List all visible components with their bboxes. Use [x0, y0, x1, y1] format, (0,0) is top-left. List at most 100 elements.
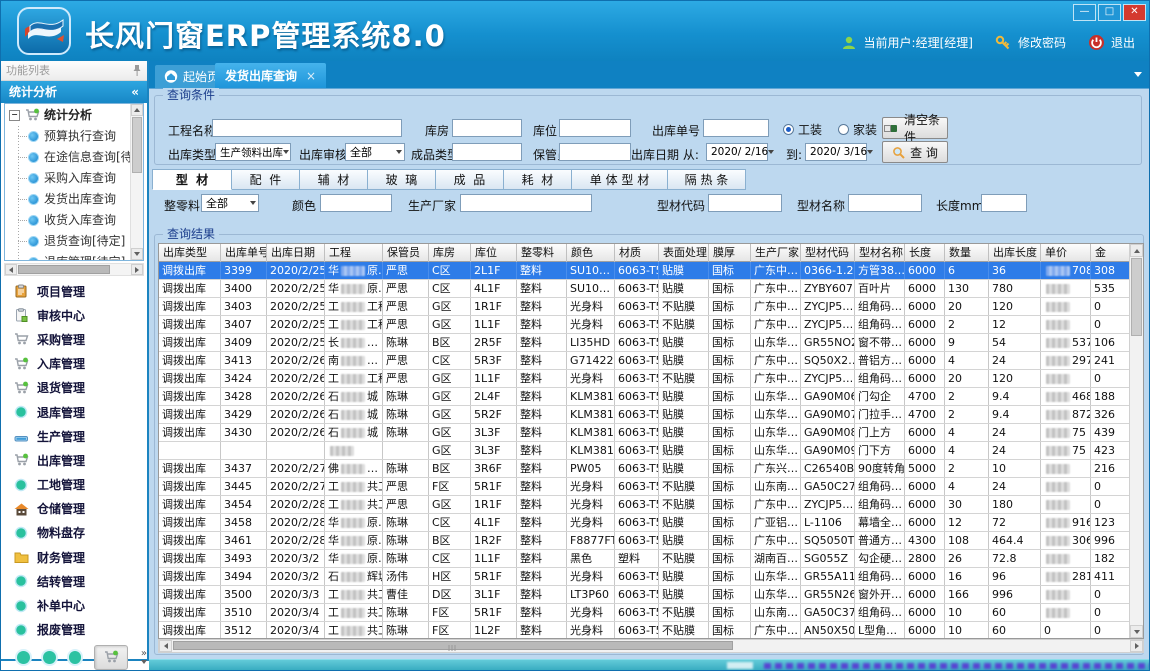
scrollbar-thumb[interactable]	[132, 117, 142, 173]
scrollbar-thumb[interactable]	[1131, 258, 1142, 336]
sidebar-menu-item[interactable]: 生产管理	[3, 424, 145, 448]
table-row[interactable]: 调拨出库34932020/3/2华原…陈琳C区1L1F整料黑色塑料不贴膜国标湖南…	[159, 550, 1131, 568]
tree-item[interactable]: 退货查询[待定]	[5, 231, 143, 252]
scrollbar-thumb[interactable]	[18, 265, 110, 274]
material-tab[interactable]: 辅 材	[300, 169, 368, 190]
profile-code-input[interactable]	[708, 194, 782, 212]
material-tab[interactable]: 耗 材	[504, 169, 572, 190]
column-header[interactable]: 出库类型	[159, 244, 221, 262]
sidebar-menu-item[interactable]: 出库管理	[3, 448, 145, 472]
column-header[interactable]: 材质	[615, 244, 659, 262]
table-row[interactable]: 调拨出库34942020/3/2石辉城汤伟H区5R1F整料光身料6063-T5贴…	[159, 568, 1131, 586]
keeper-input[interactable]	[559, 143, 631, 161]
sidebar-menu-item[interactable]: 工地管理	[3, 473, 145, 497]
column-header[interactable]: 型材代码	[801, 244, 855, 262]
radio-家装[interactable]: 家装	[838, 121, 877, 138]
scroll-up-icon[interactable]	[1130, 244, 1143, 257]
sidebar-menu-item[interactable]: 报废管理	[3, 618, 145, 641]
whole-part-select[interactable]: 全部	[201, 194, 259, 212]
toolbar-overflow-icon[interactable]: »	[141, 650, 147, 664]
tree-expander-icon[interactable]: −	[9, 110, 20, 121]
tab-active[interactable]: 发货出库查询 ×	[215, 63, 326, 88]
minimize-button[interactable]: —	[1073, 4, 1096, 21]
sidebar-menu-item[interactable]: 采购管理	[3, 327, 145, 351]
scroll-down-icon[interactable]	[1130, 625, 1143, 638]
pin-icon[interactable]	[132, 63, 142, 78]
change-password-link[interactable]: 修改密码	[1018, 34, 1066, 51]
sidebar-menu-item[interactable]: 财务管理	[3, 545, 145, 569]
location-input[interactable]	[559, 119, 631, 137]
scroll-left-icon[interactable]	[5, 264, 17, 275]
material-tab[interactable]: 隔 热 条	[668, 169, 746, 190]
tree-item[interactable]: 采购入库查询	[5, 168, 143, 189]
table-row[interactable]: 调拨出库35002020/3/3工共工程曹佳D区3L1F整料LT3P606063…	[159, 586, 1131, 604]
sidebar-menu-item[interactable]: 补单中心	[3, 593, 145, 617]
date-to-select[interactable]: 2020/ 3/16	[805, 143, 867, 161]
scroll-down-icon[interactable]	[131, 248, 143, 260]
maker-input[interactable]	[460, 194, 592, 212]
table-row[interactable]: 调拨出库34072020/2/25工工程严思G区1L1F整料光身料6063-T5…	[159, 316, 1131, 334]
column-header[interactable]: 膜厚	[709, 244, 751, 262]
column-header[interactable]: 整零料	[517, 244, 567, 262]
tree-horizontal-scrollbar[interactable]	[4, 263, 144, 276]
order-no-input[interactable]	[703, 119, 769, 137]
column-header[interactable]: 库位	[471, 244, 517, 262]
product-type-input[interactable]	[452, 143, 522, 161]
sidebar-menu-item[interactable]: 结转管理	[3, 569, 145, 593]
table-row[interactable]: 调拨出库34032020/2/25工工程严思G区1R1F整料光身料6063-T5…	[159, 298, 1131, 316]
profile-name-input[interactable]	[848, 194, 922, 212]
color-input[interactable]	[320, 194, 392, 212]
tree-item[interactable]: 在途信息查询[待	[5, 147, 143, 168]
sidebar-menu-item[interactable]: 项目管理	[3, 279, 145, 303]
table-row[interactable]: 调拨出库33992020/2/25华原…严思C区2L1F整料SU10…6063-…	[159, 262, 1131, 280]
table-row[interactable]: 调拨出库34302020/2/26石城陈琳G区3L3F整料KLM38176063…	[159, 424, 1131, 442]
module-dot-icon[interactable]	[69, 651, 82, 664]
length-input[interactable]	[981, 194, 1027, 212]
table-row[interactable]: 调拨出库34452020/2/27工共工程严思F区5R1F整料光身料6063-T…	[159, 478, 1131, 496]
material-tab[interactable]: 成 品	[436, 169, 504, 190]
column-header[interactable]: 金	[1091, 244, 1131, 262]
column-header[interactable]: 颜色	[567, 244, 615, 262]
sidebar-menu-item[interactable]: 仓储管理	[3, 497, 145, 521]
grid-vertical-scrollbar[interactable]	[1129, 244, 1143, 638]
table-row[interactable]: 调拨出库34612020/2/28华原…陈琳B区1R2F整料F8877FT606…	[159, 532, 1131, 550]
collapse-icon[interactable]: «	[131, 81, 139, 103]
table-row[interactable]: 调拨出库34542020/2/28工共工程严思G区1R1F整料光身料6063-T…	[159, 496, 1131, 514]
tree-root[interactable]: − 统计分析	[5, 104, 143, 126]
table-row[interactable]: 调拨出库35102020/3/4工共工程陈琳F区5R1F整料光身料6063-T5…	[159, 604, 1131, 622]
sidebar-menu-item[interactable]: 退货管理	[3, 376, 145, 400]
sidebar-menu-item[interactable]: 审核中心	[3, 303, 145, 327]
module-dot-icon[interactable]	[43, 651, 56, 664]
module-dot-icon[interactable]	[17, 651, 30, 664]
cart-toolbar-button[interactable]	[94, 645, 128, 670]
out-type-select[interactable]: 生产领料出库	[215, 143, 291, 161]
column-header[interactable]: 单价	[1041, 244, 1091, 262]
column-header[interactable]: 表面处理	[659, 244, 709, 262]
scroll-right-icon[interactable]	[1130, 640, 1143, 652]
table-row[interactable]: 调拨出库34292020/2/26石城陈琳G区5R2F整料KLM38176063…	[159, 406, 1131, 424]
material-tab[interactable]: 型 材	[152, 169, 232, 190]
grid-horizontal-scrollbar[interactable]	[158, 639, 1144, 653]
logout-button[interactable]: 退出	[1111, 34, 1135, 51]
sidebar-menu-item[interactable]: 物料盘存	[3, 521, 145, 545]
tree-item[interactable]: 预算执行查询	[5, 126, 143, 147]
table-row[interactable]: 调拨出库34372020/2/27佛…陈琳B区3R6F整料PW056063-T5…	[159, 460, 1131, 478]
radio-工装[interactable]: 工装	[783, 121, 822, 138]
tree-item[interactable]: 退库管理[待定]	[5, 252, 143, 261]
date-from-select[interactable]: 2020/ 2/16	[706, 143, 768, 161]
project-input[interactable]	[212, 119, 402, 137]
material-tab[interactable]: 单 体 型 材	[572, 169, 668, 190]
scrollbar-thumb[interactable]	[173, 641, 733, 650]
column-header[interactable]: 库房	[429, 244, 471, 262]
column-header[interactable]: 出库长度	[989, 244, 1041, 262]
audit-select[interactable]: 全部	[345, 143, 405, 161]
search-button[interactable]: 查 询	[882, 141, 948, 163]
close-tab-icon[interactable]: ×	[306, 69, 316, 83]
warehouse-input[interactable]	[452, 119, 522, 137]
scroll-up-icon[interactable]	[131, 104, 143, 116]
table-row[interactable]: 调拨出库34132020/2/26南…严思C区5R3F整料G714226063-…	[159, 352, 1131, 370]
tree-vertical-scrollbar[interactable]	[130, 104, 143, 260]
scroll-left-icon[interactable]	[159, 640, 172, 652]
tab-list-caret-icon[interactable]	[1134, 72, 1142, 77]
table-row[interactable]: G区3L3F整料KLM38176063-T5贴膜国标山东华…GA90M09.门下…	[159, 442, 1131, 460]
